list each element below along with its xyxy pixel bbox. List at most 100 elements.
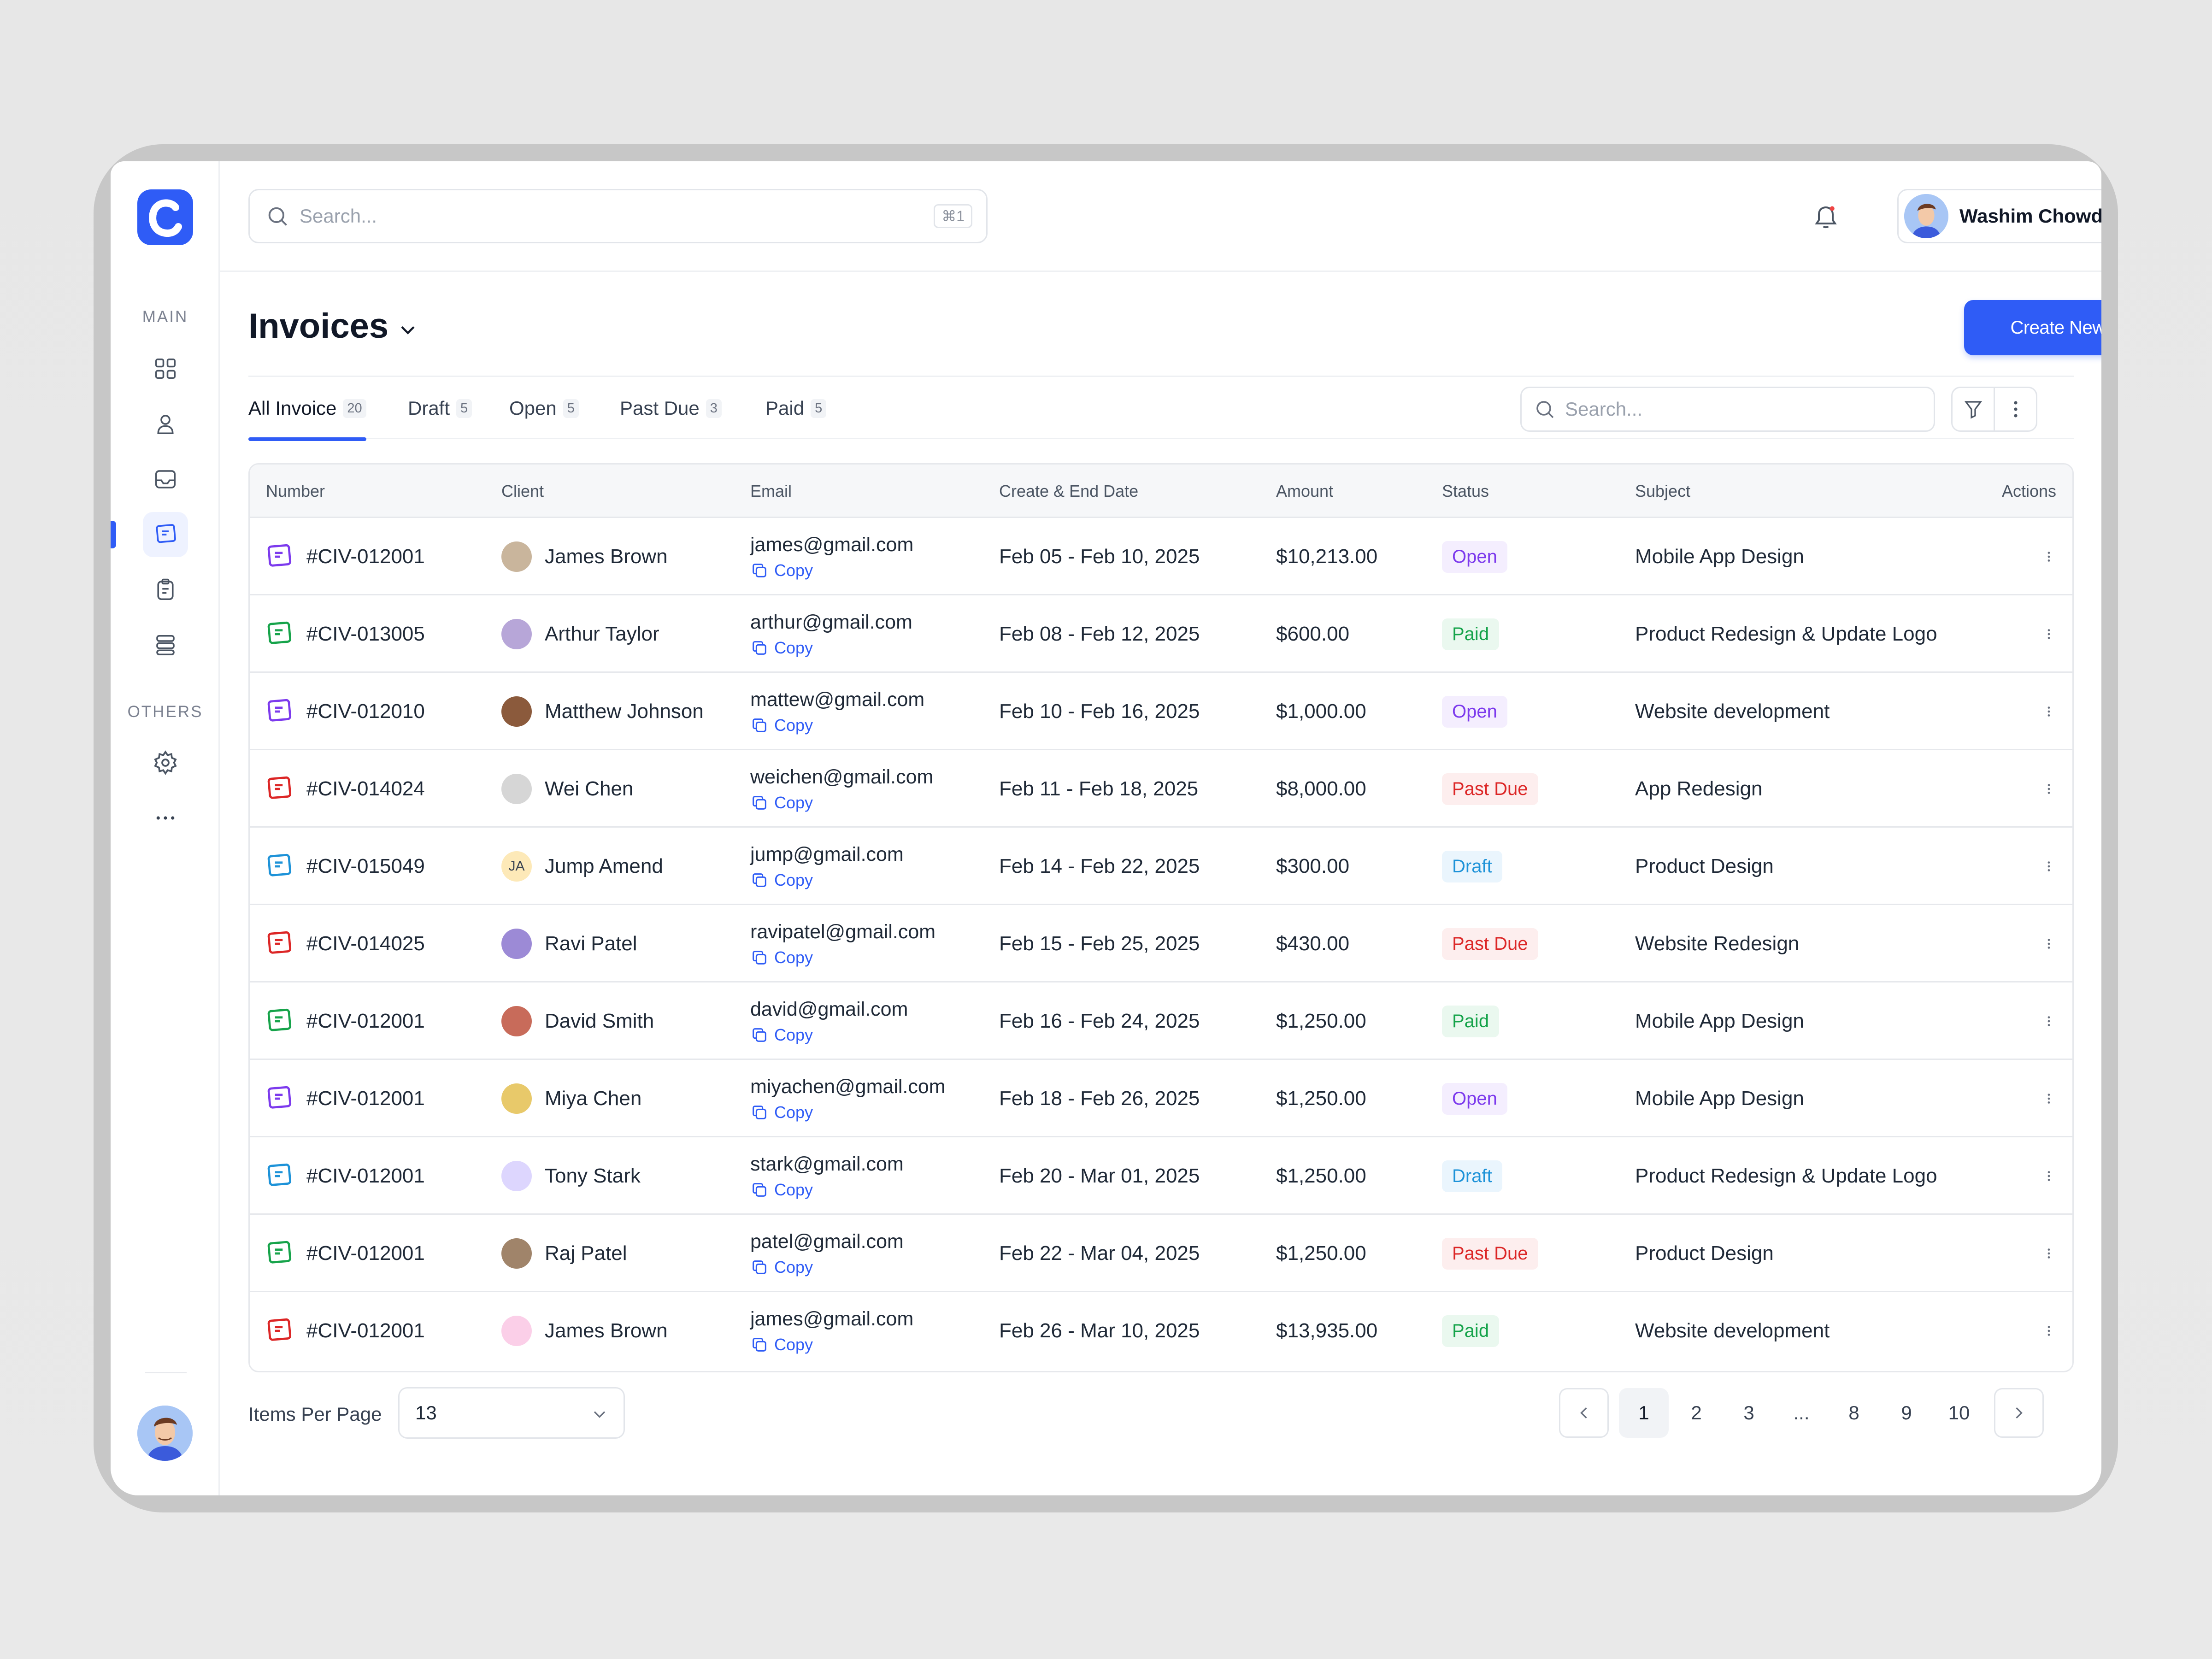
- invoice-icon: [156, 524, 176, 543]
- copy-email-button[interactable]: Copy: [750, 948, 813, 967]
- row-actions-more-icon[interactable]: [2046, 931, 2052, 957]
- sidebar-item-tasks[interactable]: [143, 567, 188, 612]
- row-actions-more-icon[interactable]: [2046, 699, 2052, 724]
- app-logo[interactable]: [137, 189, 193, 245]
- status-badge: Paid: [1442, 1005, 1500, 1037]
- copy-email-button[interactable]: Copy: [750, 871, 813, 890]
- page-button-3[interactable]: 3: [1724, 1388, 1774, 1438]
- table-row[interactable]: #CIV-012010 Matthew Johnson mattew@gmail.c…: [250, 673, 2072, 750]
- invoice-number[interactable]: #CIV-012001: [306, 1165, 425, 1188]
- table-row[interactable]: #CIV-013005 Arthur Taylor arthur@gmail.com…: [250, 595, 2072, 673]
- tab-all-invoice[interactable]: All Invoice 20: [248, 377, 366, 441]
- row-actions-more-icon[interactable]: [2046, 776, 2052, 802]
- user-avatar: [1904, 194, 1948, 238]
- items-per-page-select[interactable]: 13: [398, 1387, 625, 1439]
- column-header-number[interactable]: Number: [266, 465, 325, 518]
- column-header-dates[interactable]: Create & End Date: [999, 465, 1138, 518]
- copy-label: Copy: [774, 1257, 813, 1277]
- copy-email-button[interactable]: Copy: [750, 1335, 813, 1354]
- row-actions-more-icon[interactable]: [2046, 1008, 2052, 1034]
- tab-open[interactable]: Open 5: [509, 377, 579, 440]
- amount-cell: $10,213.00: [1276, 545, 1378, 568]
- sidebar-item-invoices[interactable]: [143, 512, 188, 557]
- sidebar-item-database[interactable]: [143, 623, 188, 668]
- chevron-left-icon: [1580, 1407, 1587, 1419]
- page-button-8[interactable]: 8: [1829, 1388, 1879, 1438]
- email-cell: james@gmail.com Copy: [750, 518, 913, 595]
- global-search[interactable]: Search... ⌘1: [248, 189, 988, 243]
- table-row[interactable]: #CIV-012001 Raj Patel patel@gmail.com Copy F…: [250, 1215, 2072, 1292]
- page-button-10[interactable]: 10: [1934, 1388, 1984, 1438]
- copy-email-button[interactable]: Copy: [750, 1103, 813, 1122]
- table-row[interactable]: #CIV-012001 Miya Chen miyachen@gmail.com Co…: [250, 1060, 2072, 1137]
- invoice-number[interactable]: #CIV-014024: [306, 777, 425, 800]
- table-row[interactable]: #CIV-012001 Tony Stark stark@gmail.com Copy…: [250, 1137, 2072, 1215]
- chevron-down-icon: [594, 1411, 606, 1418]
- tab-paid[interactable]: Paid 5: [765, 377, 827, 440]
- page-button-9[interactable]: 9: [1882, 1388, 1931, 1438]
- sidebar-item-dashboard[interactable]: [143, 346, 188, 391]
- row-actions-more-icon[interactable]: [2046, 853, 2052, 879]
- date-range-cell: Feb 15 - Feb 25, 2025: [999, 932, 1200, 955]
- invoice-number[interactable]: #CIV-014025: [306, 932, 425, 955]
- copy-email-button[interactable]: Copy: [750, 561, 813, 580]
- title-dropdown-chevron-icon[interactable]: [396, 318, 420, 342]
- invoice-number[interactable]: #CIV-012001: [306, 545, 425, 568]
- row-actions-more-icon[interactable]: [2046, 1163, 2052, 1189]
- sidebar-item-mail[interactable]: [143, 457, 188, 502]
- sidebar-item-more[interactable]: [143, 795, 188, 841]
- copy-icon: [753, 641, 766, 655]
- page-title: Invoices: [248, 306, 389, 346]
- row-actions-more-icon[interactable]: [2046, 1318, 2052, 1344]
- copy-email-button[interactable]: Copy: [750, 1180, 813, 1200]
- user-menu[interactable]: Washim Chowdhury: [1897, 189, 2101, 243]
- invoice-number[interactable]: #CIV-012010: [306, 700, 425, 723]
- table-row[interactable]: #CIV-014025 Ravi Patel ravipatel@gmail.com…: [250, 905, 2072, 982]
- invoice-number[interactable]: #CIV-015049: [306, 855, 425, 878]
- invoice-number-cell: #CIV-014024: [264, 750, 425, 828]
- more-options-button[interactable]: [1994, 387, 2037, 432]
- copy-email-button[interactable]: Copy: [750, 1258, 813, 1277]
- column-header-email[interactable]: Email: [750, 465, 792, 518]
- table-row[interactable]: #CIV-015049 JA Jump Amend jump@gmail.com Cop…: [250, 828, 2072, 905]
- row-actions-more-icon[interactable]: [2046, 544, 2052, 570]
- row-actions-more-icon[interactable]: [2046, 621, 2052, 647]
- invoice-number[interactable]: #CIV-012001: [306, 1087, 425, 1110]
- app-window: MAIN OTHERS Search... ⌘1 Washim Chowd In…: [111, 161, 2101, 1495]
- tab-past-due[interactable]: Past Due 3: [620, 377, 722, 440]
- table-row[interactable]: #CIV-012001 James Brown james@gmail.com Cop…: [250, 1292, 2072, 1370]
- page-button-1[interactable]: 1: [1619, 1388, 1669, 1438]
- notifications-button[interactable]: [1812, 203, 1840, 230]
- invoice-number[interactable]: #CIV-012001: [306, 1319, 425, 1342]
- tab-count: 5: [456, 399, 472, 418]
- next-page-button[interactable]: [1994, 1388, 2044, 1438]
- invoice-number[interactable]: #CIV-012001: [306, 1010, 425, 1033]
- invoice-number[interactable]: #CIV-013005: [306, 623, 425, 646]
- sidebar-user-avatar[interactable]: [137, 1406, 193, 1461]
- sidebar-item-settings[interactable]: [143, 740, 188, 785]
- sidebar-item-users[interactable]: [143, 401, 188, 447]
- column-header-amount[interactable]: Amount: [1276, 465, 1333, 518]
- invoice-icon: [267, 1318, 292, 1341]
- table-row[interactable]: #CIV-012001 James Brown james@gmail.com Cop…: [250, 518, 2072, 595]
- invoice-search-input[interactable]: Search...: [1520, 387, 1935, 432]
- page-button-2[interactable]: 2: [1671, 1388, 1721, 1438]
- tab-draft[interactable]: Draft 5: [408, 377, 472, 440]
- previous-page-button[interactable]: [1559, 1388, 1609, 1438]
- copy-email-button[interactable]: Copy: [750, 638, 813, 658]
- column-header-client[interactable]: Client: [501, 465, 544, 518]
- row-actions-more-icon[interactable]: [2046, 1241, 2052, 1266]
- invoice-number[interactable]: #CIV-012001: [306, 1242, 425, 1265]
- create-invoice-button[interactable]: Create New Invoice: [1964, 300, 2101, 355]
- copy-email-button[interactable]: Copy: [750, 1025, 813, 1045]
- copy-email-button[interactable]: Copy: [750, 793, 813, 812]
- table-row[interactable]: #CIV-014024 Wei Chen weichen@gmail.com Copy…: [250, 750, 2072, 828]
- filter-button[interactable]: [1951, 387, 1995, 432]
- subject-cell: Mobile App Design: [1635, 545, 1804, 568]
- row-actions-more-icon[interactable]: [2046, 1086, 2052, 1112]
- copy-email-button[interactable]: Copy: [750, 716, 813, 735]
- column-header-status[interactable]: Status: [1442, 465, 1489, 518]
- column-header-subject[interactable]: Subject: [1635, 465, 1690, 518]
- table-row[interactable]: #CIV-012001 David Smith david@gmail.com Cop…: [250, 982, 2072, 1060]
- status-cell: Draft: [1442, 828, 1502, 905]
